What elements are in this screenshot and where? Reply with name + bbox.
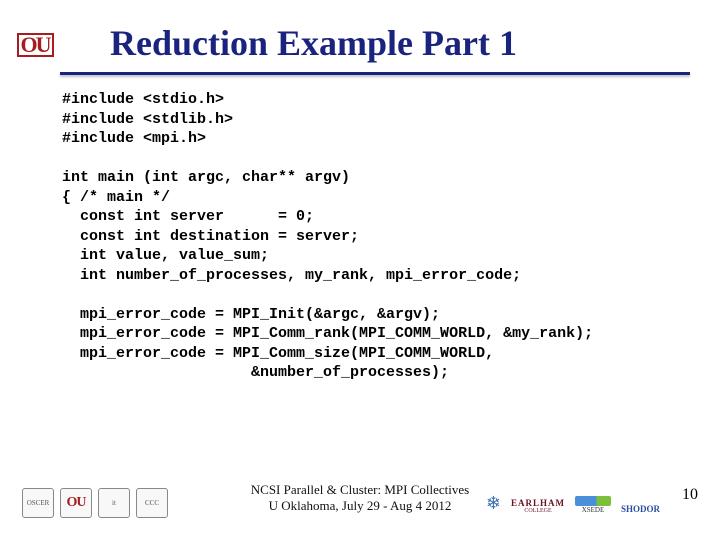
page-title: Reduction Example Part 1 xyxy=(110,22,680,64)
footer: OSCER OU it CCC NCSI Parallel & Cluster:… xyxy=(0,458,720,518)
page-number: 10 xyxy=(682,486,698,504)
code-listing: #include <stdio.h> #include <stdlib.h> #… xyxy=(62,90,690,383)
ou-mini-badge: OU xyxy=(60,488,92,518)
earlham-text: EARLHAM xyxy=(511,498,565,508)
ou-logo: OU xyxy=(18,28,52,62)
title-underline xyxy=(60,72,690,75)
earlham-subtext: COLLEGE xyxy=(524,508,551,514)
oscer-badge: OSCER xyxy=(22,488,54,518)
ccc-badge: CCC xyxy=(136,488,168,518)
earlham-logo: EARLHAM COLLEGE xyxy=(511,498,565,514)
shodor-logo: SHODOR xyxy=(621,504,660,514)
xsede-text: XSEDE xyxy=(582,506,605,514)
footer-caption-line2: U Oklahoma, July 29 - Aug 4 2012 xyxy=(210,498,510,514)
xsede-logo: XSEDE xyxy=(575,496,611,514)
slide: OU Reduction Example Part 1 #include <st… xyxy=(0,0,720,540)
xsede-mark-icon xyxy=(575,496,611,506)
footer-caption-line1: NCSI Parallel & Cluster: MPI Collectives xyxy=(210,482,510,498)
it-badge: it xyxy=(98,488,130,518)
snowflake-icon: ❄ xyxy=(486,493,501,514)
footer-logos-right: ❄ EARLHAM COLLEGE XSEDE SHODOR xyxy=(486,493,660,514)
footer-logos-left: OSCER OU it CCC xyxy=(22,488,168,518)
ou-logo-text: OU xyxy=(17,33,54,57)
footer-caption: NCSI Parallel & Cluster: MPI Collectives… xyxy=(210,482,510,515)
shodor-text: SHODOR xyxy=(621,504,660,514)
